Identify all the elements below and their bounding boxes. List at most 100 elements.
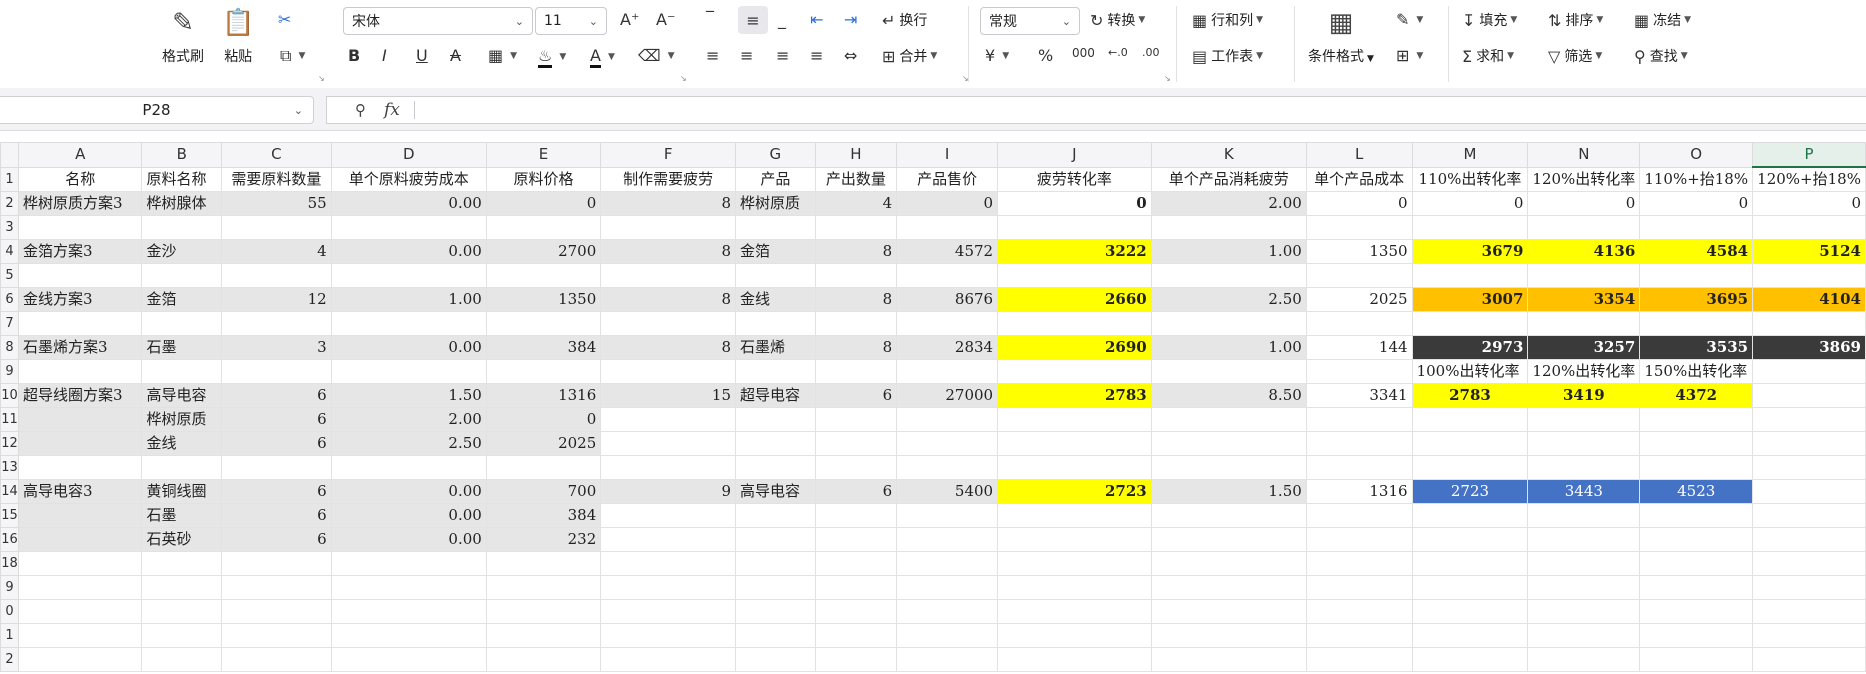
cell-n[interactable] — [1527, 599, 1641, 624]
cell-a[interactable] — [17, 407, 143, 432]
cell-h[interactable]: 产出数量 — [814, 166, 898, 192]
freeze-button[interactable]: ▦ 冻结 ▼ — [1634, 10, 1691, 30]
cell-h[interactable] — [814, 623, 898, 648]
wrap-text-button[interactable]: ↵ 换行 — [882, 10, 927, 30]
cell-o[interactable] — [1639, 215, 1754, 240]
cell-d[interactable] — [330, 455, 487, 480]
cell-p[interactable] — [1752, 527, 1866, 552]
cell-e[interactable]: 1316 — [485, 383, 602, 408]
cell-d[interactable]: 1.50 — [330, 383, 487, 408]
cell-k[interactable]: 1.00 — [1150, 335, 1307, 360]
cell-c[interactable]: 6 — [221, 431, 332, 456]
cell-d[interactable]: 2.00 — [330, 407, 487, 432]
cell-m[interactable] — [1411, 455, 1529, 480]
cell-e[interactable]: 原料价格 — [485, 166, 602, 192]
cell-o[interactable] — [1639, 527, 1754, 552]
cell-h[interactable] — [814, 503, 898, 528]
cell-c[interactable]: 12 — [221, 287, 332, 312]
cell-j[interactable] — [997, 431, 1152, 456]
cell-i[interactable] — [896, 431, 999, 456]
cell-e[interactable] — [485, 215, 602, 240]
cell-i[interactable] — [896, 311, 999, 336]
cell-l[interactable]: 单个产品成本 — [1305, 166, 1413, 192]
bold-button[interactable]: B — [348, 46, 364, 65]
cell-g[interactable]: 高导电容 — [735, 479, 816, 504]
copy-button[interactable]: ⧉ ▼ — [280, 46, 305, 66]
cell-c[interactable]: 55 — [221, 191, 332, 216]
cell-k[interactable]: 8.50 — [1150, 383, 1307, 408]
strikethrough-button[interactable]: A — [450, 46, 465, 65]
cell-k[interactable] — [1150, 551, 1307, 576]
cell-h[interactable] — [814, 527, 898, 552]
cell-n[interactable]: 4136 — [1527, 239, 1641, 264]
cell-n[interactable] — [1527, 263, 1641, 288]
number-expand-icon[interactable]: ↘ — [1164, 74, 1171, 83]
cell-p[interactable] — [1752, 407, 1866, 432]
fill-button[interactable]: ↧ 填充 ▼ — [1462, 10, 1517, 30]
cell-a[interactable] — [17, 311, 143, 336]
conditional-format-button[interactable]: ▦ 条件格式 ▼ — [1308, 8, 1374, 66]
cell-c[interactable]: 6 — [221, 503, 332, 528]
cell-d[interactable]: 0.00 — [330, 239, 487, 264]
cell-g[interactable] — [735, 599, 816, 624]
cell-p[interactable] — [1752, 431, 1866, 456]
cell-g[interactable] — [735, 359, 816, 384]
paste-button[interactable]: 📋 粘贴 — [222, 8, 254, 66]
cell-e[interactable] — [485, 455, 602, 480]
cell-f[interactable]: 9 — [600, 479, 737, 504]
cell-j[interactable]: 2723 — [997, 479, 1152, 504]
sum-button[interactable]: Σ 求和 ▼ — [1462, 46, 1514, 66]
cell-h[interactable] — [814, 599, 898, 624]
cell-o[interactable] — [1639, 503, 1754, 528]
cell-f[interactable] — [600, 527, 737, 552]
cell-j[interactable] — [997, 407, 1152, 432]
cell-a[interactable] — [17, 623, 143, 648]
cell-n[interactable]: 0 — [1527, 191, 1641, 216]
cell-c[interactable]: 3 — [221, 335, 332, 360]
cell-a[interactable] — [17, 575, 143, 600]
cell-m[interactable] — [1411, 551, 1529, 576]
cell-c[interactable] — [221, 263, 332, 288]
cell-h[interactable] — [814, 407, 898, 432]
decrease-decimal-button[interactable]: .00 — [1142, 46, 1164, 59]
cell-n[interactable] — [1527, 623, 1641, 648]
cell-l[interactable] — [1305, 215, 1413, 240]
cell-m[interactable] — [1411, 527, 1529, 552]
align-top-button[interactable]: ‾ — [706, 8, 718, 27]
cell-a[interactable]: 桦树原质方案3 — [17, 191, 143, 216]
cell-j[interactable] — [997, 551, 1152, 576]
cell-i[interactable] — [896, 623, 999, 648]
cell-n[interactable] — [1527, 551, 1641, 576]
cell-a[interactable]: 金线方案3 — [17, 287, 143, 312]
cell-d[interactable] — [330, 599, 487, 624]
cell-l[interactable]: 2025 — [1305, 287, 1413, 312]
cell-k[interactable]: 单个产品消耗疲劳 — [1150, 166, 1307, 192]
cell-f[interactable] — [600, 623, 737, 648]
row-header[interactable]: 12 — [0, 431, 19, 456]
cell-i[interactable] — [896, 551, 999, 576]
cell-n[interactable]: 3257 — [1527, 335, 1641, 360]
cell-g[interactable] — [735, 647, 816, 672]
cell-i[interactable] — [896, 527, 999, 552]
cell-a[interactable] — [17, 551, 143, 576]
row-header[interactable]: 6 — [0, 287, 19, 312]
cell-o[interactable] — [1639, 431, 1754, 456]
cell-p[interactable]: 3869 — [1752, 335, 1866, 360]
column-header-p[interactable]: P — [1752, 142, 1866, 168]
cell-f[interactable] — [600, 503, 737, 528]
cell-j[interactable] — [997, 575, 1152, 600]
cell-i[interactable]: 27000 — [896, 383, 999, 408]
cell-o[interactable]: 110%+抬18% — [1639, 166, 1754, 192]
align-right-button[interactable]: ≡ — [776, 46, 793, 65]
cell-i[interactable]: 2834 — [896, 335, 999, 360]
cell-d[interactable]: 2.50 — [330, 431, 487, 456]
cell-h[interactable] — [814, 455, 898, 480]
cell-b[interactable] — [141, 599, 223, 624]
cell-k[interactable] — [1150, 263, 1307, 288]
cell-k[interactable]: 1.50 — [1150, 479, 1307, 504]
column-header-i[interactable]: I — [896, 142, 999, 168]
cell-o[interactable]: 3535 — [1639, 335, 1754, 360]
row-header[interactable]: 1 — [0, 166, 19, 192]
zoom-icon[interactable]: ⚲ — [355, 101, 366, 119]
cell-c[interactable] — [221, 455, 332, 480]
